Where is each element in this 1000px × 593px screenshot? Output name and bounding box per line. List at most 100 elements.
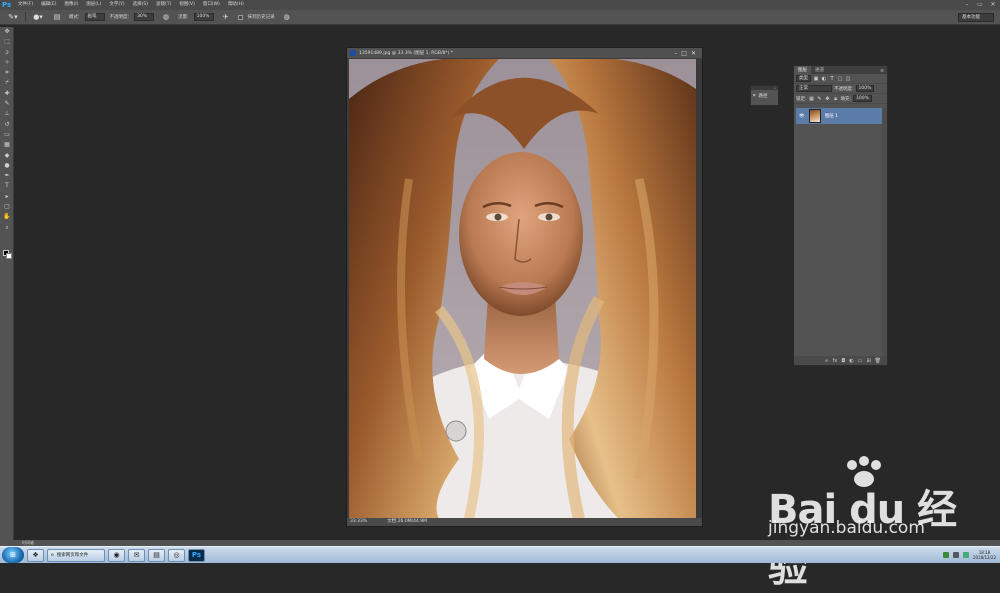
panel-menu-icon[interactable]: ≡ (880, 69, 887, 74)
brush-preset-icon[interactable]: ●▾ (31, 12, 45, 22)
doc-minimize-icon[interactable]: – (674, 50, 677, 57)
link-layers-icon[interactable]: ∞ (824, 358, 828, 364)
doc-close-icon[interactable]: ✕ (691, 50, 696, 57)
dodge-tool-icon[interactable]: ● (0, 161, 14, 171)
start-button[interactable]: ⊞ (2, 547, 24, 563)
clock[interactable]: 18:18 2018/12/22 (973, 550, 996, 560)
new-group-icon[interactable]: ▭ (858, 358, 863, 364)
menu-view[interactable]: 视图(V) (175, 0, 199, 10)
menu-select[interactable]: 选择(S) (129, 0, 152, 10)
taskbar-app-icon[interactable]: ❖ (27, 548, 44, 562)
layers-scrollbar[interactable] (882, 108, 887, 356)
restore-icon[interactable]: ▭ (975, 1, 985, 9)
minimize-icon[interactable]: – (962, 1, 972, 9)
airbrush-icon[interactable]: ✈ (219, 12, 233, 22)
tab-channels[interactable]: 通道 (811, 66, 828, 74)
lock-label: 锁定: (796, 96, 807, 102)
tray-network-icon[interactable] (942, 552, 949, 558)
clone-stamp-tool-icon[interactable]: ⊥ (0, 109, 14, 119)
gradient-tool-icon[interactable]: ▦ (0, 140, 14, 150)
timeline-label[interactable]: 时间轴 (22, 540, 34, 545)
paths-panel-button[interactable]: ⌗ 路径 (751, 90, 778, 102)
lasso-tool-icon[interactable]: ↄ (0, 48, 14, 58)
taskbar-search-task[interactable]: e 搜索网页和文件 (47, 548, 105, 562)
quick-select-tool-icon[interactable]: ✧ (0, 58, 14, 68)
menu-filter[interactable]: 滤镜(T) (152, 0, 175, 10)
filter-adjust-icon[interactable]: ◐ (821, 76, 827, 82)
document-title-bar[interactable]: 13591489.jpg @ 33.3% (图层 1, RGB/8*) * – … (347, 48, 702, 58)
system-tray: 18:18 2018/12/22 (942, 550, 1000, 560)
photoshop-logo: Ps (2, 1, 12, 9)
taskbar-media-icon[interactable]: ◎ (168, 548, 185, 562)
flow-input[interactable]: 100% (193, 13, 214, 21)
layer-style-icon[interactable]: fx (833, 358, 838, 364)
filter-type-icon[interactable]: T (829, 76, 835, 82)
taskbar-photoshop-icon[interactable]: Ps (188, 548, 205, 562)
hand-tool-icon[interactable]: ✋ (0, 212, 14, 222)
filter-pixel-icon[interactable]: ▣ (813, 76, 819, 82)
background-color-swatch[interactable] (6, 253, 12, 259)
tray-battery-icon[interactable] (962, 552, 969, 558)
layer-name[interactable]: 图层 1 (825, 113, 838, 119)
workspace-select[interactable]: 基本功能 (958, 13, 994, 22)
menu-layer[interactable]: 图层(L) (82, 0, 105, 10)
type-tool-icon[interactable]: T (0, 181, 14, 191)
document-scrollbar[interactable] (696, 59, 702, 519)
close-icon[interactable]: ✕ (988, 1, 998, 9)
tab-layers[interactable]: 图层 (794, 66, 811, 74)
delete-layer-icon[interactable]: 🗑︎ (875, 358, 881, 364)
lock-pixels-icon[interactable]: ▦ (809, 96, 815, 102)
zoom-tool-icon[interactable]: ⌕ (0, 223, 14, 233)
mode-select[interactable]: 画笔 (84, 13, 105, 21)
eyedropper-tool-icon[interactable]: ⌿ (0, 78, 14, 88)
healing-brush-tool-icon[interactable]: ✚ (0, 89, 14, 99)
blend-opacity-row: 正常 不透明度: 100% (794, 84, 887, 94)
crop-tool-icon[interactable]: ⌗ (0, 68, 14, 78)
blend-mode-select[interactable]: 正常 (796, 85, 832, 92)
layer-opacity-input[interactable]: 100% (855, 85, 875, 92)
erase-history-checkbox[interactable] (237, 14, 243, 20)
marquee-tool-icon[interactable]: ⬚ (0, 37, 14, 47)
blur-tool-icon[interactable]: ◆ (0, 151, 14, 161)
adjustment-layer-icon[interactable]: ◐ (849, 358, 853, 364)
tray-volume-icon[interactable] (952, 552, 959, 558)
pressure-opacity-icon[interactable]: ◍ (159, 12, 173, 22)
document-window[interactable]: 13591489.jpg @ 33.3% (图层 1, RGB/8*) * – … (346, 47, 703, 527)
image-canvas[interactable] (349, 59, 696, 519)
layer-row[interactable]: 👁︎ 图层 1 (796, 108, 883, 124)
pressure-size-icon[interactable]: ◍ (280, 12, 294, 22)
opacity-input[interactable]: 30% (134, 13, 155, 21)
history-brush-tool-icon[interactable]: ✎▾ (6, 12, 20, 22)
visibility-eye-icon[interactable]: 👁︎ (799, 114, 805, 119)
eraser-tool-icon[interactable]: ▭ (0, 130, 14, 140)
pen-tool-icon[interactable]: ✒ (0, 171, 14, 181)
filter-smart-icon[interactable]: ◫ (845, 76, 851, 82)
menu-type[interactable]: 文字(Y) (105, 0, 128, 10)
taskbar-chat-icon[interactable]: ✉ (128, 548, 145, 562)
menu-help[interactable]: 帮助(H) (224, 0, 248, 10)
layer-kind-select[interactable]: 类型 (796, 75, 811, 82)
menu-file[interactable]: 文件(F) (14, 0, 37, 10)
brush-tool-icon[interactable]: ✎ (0, 99, 14, 109)
doc-maximize-icon[interactable]: □ (681, 50, 687, 57)
brush-panel-icon[interactable]: ▤ (50, 12, 64, 22)
new-layer-icon[interactable]: ⊞ (866, 358, 870, 364)
fill-input[interactable]: 100% (853, 95, 872, 102)
baidu-jingyan-watermark: Bai du 经验 jingyan.baidu.com (768, 455, 968, 591)
lock-position-icon[interactable]: ✥ (825, 96, 831, 102)
taskbar-browser-icon[interactable]: ◉ (108, 548, 125, 562)
menu-image[interactable]: 图像(I) (60, 0, 82, 10)
lock-paint-icon[interactable]: ✎ (817, 96, 823, 102)
menu-edit[interactable]: 编辑(E) (37, 0, 60, 10)
shape-tool-icon[interactable]: ▢ (0, 202, 14, 212)
filter-shape-icon[interactable]: ▢ (837, 76, 843, 82)
move-tool-icon[interactable]: ✥ (0, 27, 14, 37)
add-mask-icon[interactable]: ◘ (841, 358, 845, 364)
path-select-tool-icon[interactable]: ▸ (0, 192, 14, 202)
lock-all-icon[interactable]: 🔒︎ (833, 96, 839, 102)
taskbar-folder-icon[interactable]: ▤ (148, 548, 165, 562)
zoom-level[interactable]: 33.33% (350, 518, 367, 526)
clock-date: 2018/12/22 (972, 555, 996, 560)
menu-window[interactable]: 窗口(W) (199, 0, 224, 10)
history-brush-tool-icon[interactable]: ↺ (0, 120, 14, 130)
